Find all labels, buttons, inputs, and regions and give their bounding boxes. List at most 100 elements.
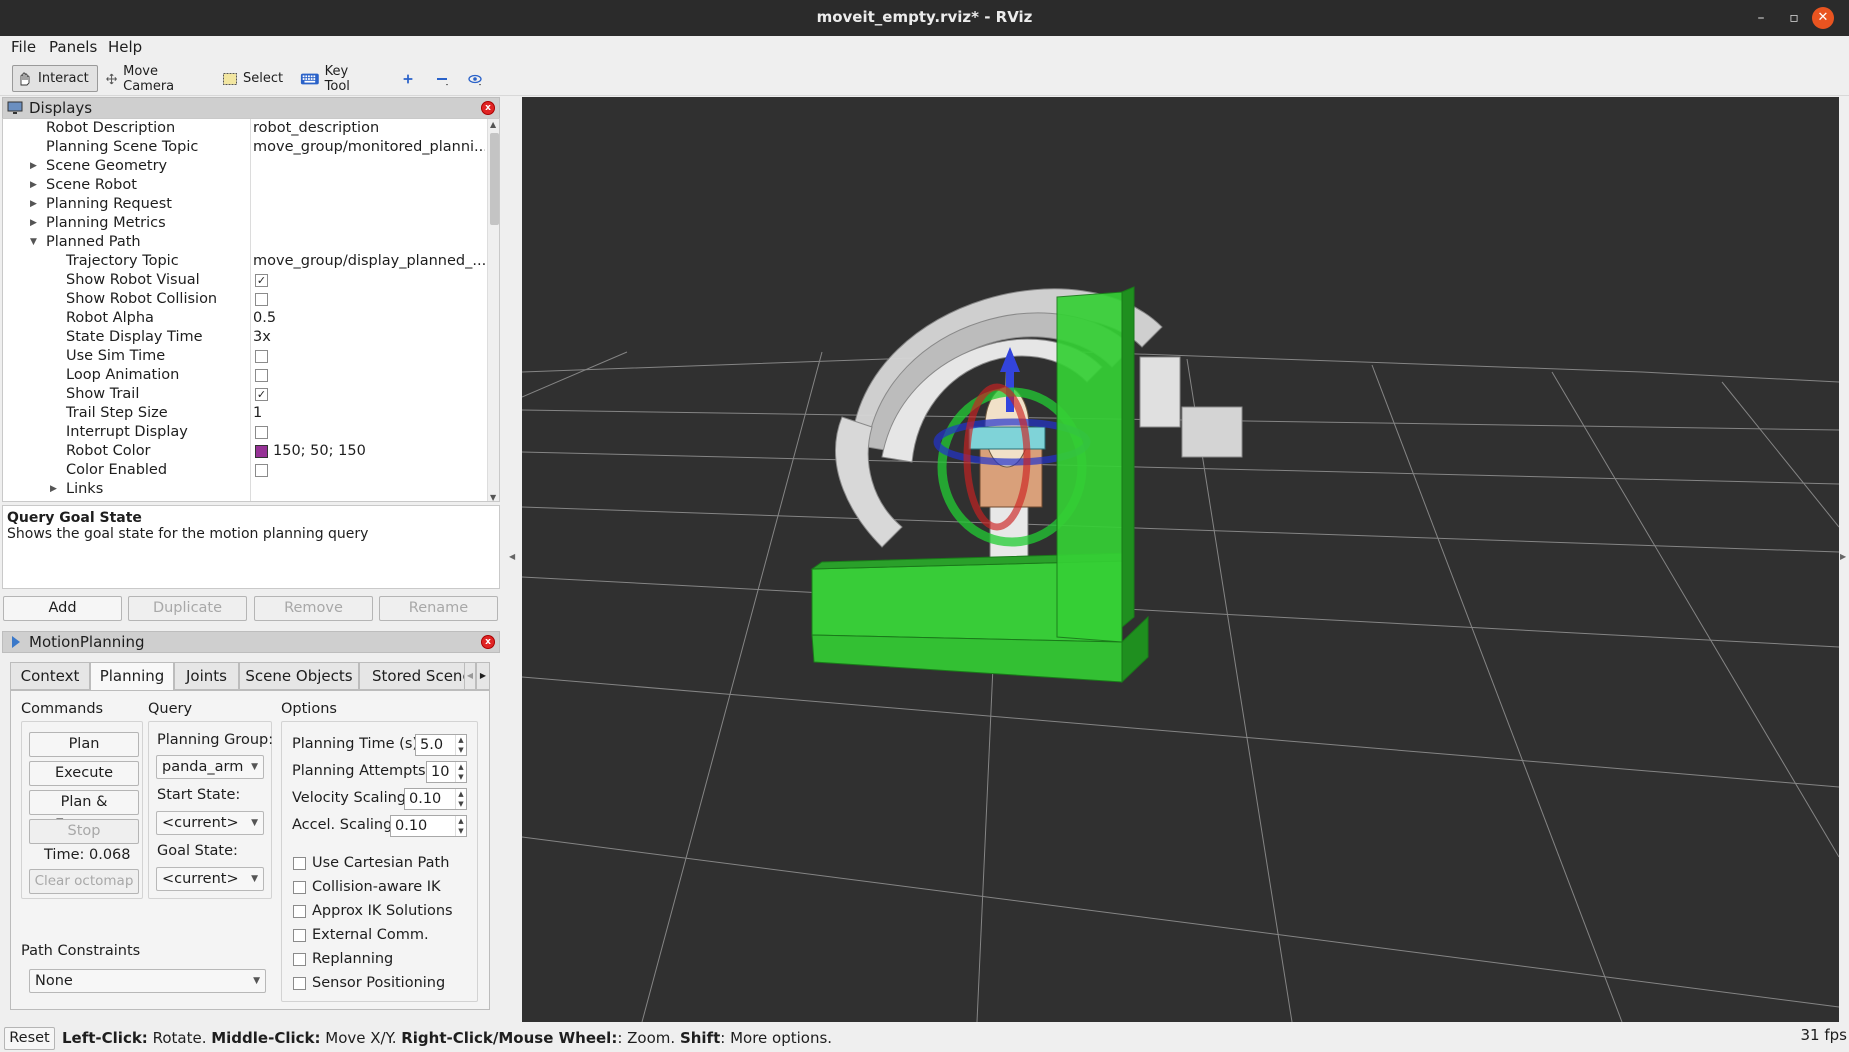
- show-trail-checkbox[interactable]: ✓: [255, 388, 268, 401]
- scrollbar-thumb[interactable]: [490, 133, 499, 225]
- displays-scrollbar[interactable]: ▲ ▼: [487, 119, 499, 501]
- minimize-button[interactable]: –: [1752, 9, 1770, 27]
- expand-right-icon[interactable]: ▶: [1840, 552, 1846, 561]
- duplicate-display-button[interactable]: Duplicate: [128, 596, 247, 621]
- tree-row[interactable]: ▶ Planning Request: [3, 195, 486, 214]
- tree-row[interactable]: Robot Alpha 0.5: [3, 309, 486, 328]
- use-sim-time-checkbox[interactable]: [255, 350, 268, 363]
- tree-row-value[interactable]: robot_description: [253, 119, 485, 138]
- select-tool-button[interactable]: Select: [218, 65, 288, 92]
- tree-row[interactable]: Show Trail ✓: [3, 385, 486, 404]
- expand-arrow-icon[interactable]: ▶: [30, 195, 37, 214]
- spin-arrows-icon[interactable]: ▲ ▼: [455, 762, 466, 782]
- planning-attempts-spinbox[interactable]: 10 ▲ ▼: [426, 761, 467, 783]
- start-state-dropdown[interactable]: <current> ▼: [156, 811, 264, 835]
- plan-and-execute-button[interactable]: Plan & Execute: [29, 790, 139, 833]
- tab-scene-objects[interactable]: Scene Objects: [239, 662, 359, 690]
- close-motion-planning-icon[interactable]: x: [481, 635, 495, 649]
- expand-arrow-icon[interactable]: ▶: [30, 157, 37, 176]
- tab-joints[interactable]: Joints: [174, 662, 239, 690]
- stop-button[interactable]: Stop: [29, 819, 139, 844]
- expand-arrow-icon[interactable]: ▶: [30, 176, 37, 195]
- remove-display-button[interactable]: Remove: [254, 596, 373, 621]
- menu-file[interactable]: File: [11, 38, 36, 56]
- reset-view-button[interactable]: Reset: [4, 1027, 55, 1050]
- tab-scroll-left-icon[interactable]: ◀: [464, 662, 476, 690]
- tree-row-value[interactable]: 1: [253, 404, 485, 423]
- loop-animation-checkbox[interactable]: [255, 369, 268, 382]
- path-constraints-label: Path Constraints: [21, 943, 141, 959]
- scroll-down-icon[interactable]: ▼: [490, 493, 496, 501]
- tree-row[interactable]: ▶ Scene Robot: [3, 176, 486, 195]
- tree-row[interactable]: ▼ Planned Path: [3, 233, 486, 252]
- replanning-checkbox[interactable]: [293, 953, 306, 966]
- tree-row[interactable]: ▶ Links: [3, 480, 486, 499]
- sensor-positioning-checkbox[interactable]: [293, 977, 306, 990]
- use-cartesian-path-checkbox[interactable]: [293, 857, 306, 870]
- collision-aware-ik-checkbox[interactable]: [293, 881, 306, 894]
- show-robot-collision-checkbox[interactable]: [255, 293, 268, 306]
- close-displays-icon[interactable]: x: [481, 101, 495, 115]
- add-tool-button[interactable]: [397, 65, 419, 92]
- scroll-up-icon[interactable]: ▲: [490, 120, 496, 129]
- tree-row[interactable]: ▶ Scene Geometry: [3, 157, 486, 176]
- path-constraints-dropdown[interactable]: None ▼: [29, 969, 266, 993]
- close-window-button[interactable]: ✕: [1812, 7, 1834, 29]
- menu-panels[interactable]: Panels: [49, 38, 97, 56]
- interact-tool-button[interactable]: Interact: [12, 65, 98, 92]
- expand-arrow-icon[interactable]: ▶: [50, 480, 57, 499]
- spin-arrows-icon[interactable]: ▲ ▼: [455, 816, 466, 836]
- spin-arrows-icon[interactable]: ▲ ▼: [455, 789, 466, 809]
- tab-scroll-right-icon[interactable]: ▶: [476, 662, 490, 690]
- color-enabled-checkbox[interactable]: [255, 464, 268, 477]
- tree-row[interactable]: Robot Color 150; 50; 150: [3, 442, 486, 461]
- panel-splitter[interactable]: ◀: [506, 97, 520, 1022]
- tree-row[interactable]: Color Enabled: [3, 461, 486, 480]
- view-tool-button[interactable]: [463, 65, 487, 92]
- velocity-scaling-spinbox[interactable]: 0.10 ▲ ▼: [404, 788, 467, 810]
- tree-row[interactable]: Loop Animation: [3, 366, 486, 385]
- spin-arrows-icon[interactable]: ▲ ▼: [455, 735, 466, 755]
- collapse-arrow-icon[interactable]: ▼: [30, 233, 37, 252]
- tree-row-value[interactable]: 3x: [253, 328, 485, 347]
- tree-row[interactable]: Use Sim Time: [3, 347, 486, 366]
- interrupt-display-checkbox[interactable]: [255, 426, 268, 439]
- tree-row-value[interactable]: 150; 50; 150: [273, 442, 499, 461]
- tree-row[interactable]: State Display Time 3x: [3, 328, 486, 347]
- plan-button[interactable]: Plan: [29, 732, 139, 757]
- tree-row[interactable]: Trajectory Topic move_group/display_plann…: [3, 252, 486, 271]
- tab-stored-scenes[interactable]: Stored Scene: [359, 662, 475, 690]
- menu-help[interactable]: Help: [108, 38, 142, 56]
- planning-group-dropdown[interactable]: panda_arm ▼: [156, 755, 264, 779]
- accel-scaling-spinbox[interactable]: 0.10 ▲ ▼: [390, 815, 467, 837]
- collapse-left-icon[interactable]: ◀: [509, 552, 515, 561]
- tree-row[interactable]: Planning Scene Topic move_group/monitored…: [3, 138, 486, 157]
- tree-row[interactable]: Interrupt Display: [3, 423, 486, 442]
- 3d-viewport[interactable]: [522, 97, 1839, 1022]
- move-camera-tool-button[interactable]: Move Camera: [101, 64, 201, 94]
- tree-row-value[interactable]: move_group/monitored_planni...: [253, 138, 485, 157]
- tree-row-value[interactable]: 0.5: [253, 309, 485, 328]
- tree-row[interactable]: Show Robot Visual ✓: [3, 271, 486, 290]
- planning-time-spinbox[interactable]: 5.0 ▲ ▼: [415, 734, 467, 756]
- tab-planning[interactable]: Planning: [90, 662, 174, 691]
- key-tool-button[interactable]: Key Tool: [296, 64, 376, 94]
- external-comm-checkbox[interactable]: [293, 929, 306, 942]
- expand-arrow-icon[interactable]: ▶: [30, 214, 37, 233]
- goal-state-dropdown[interactable]: <current> ▼: [156, 867, 264, 891]
- tree-row[interactable]: Trail Step Size 1: [3, 404, 486, 423]
- restore-button[interactable]: ▫: [1785, 9, 1803, 27]
- tree-row[interactable]: Show Robot Collision: [3, 290, 486, 309]
- robot-color-swatch[interactable]: [255, 445, 268, 458]
- execute-button[interactable]: Execute: [29, 761, 139, 786]
- clear-octomap-button[interactable]: Clear octomap: [29, 869, 139, 894]
- approx-ik-solutions-checkbox[interactable]: [293, 905, 306, 918]
- tab-context[interactable]: Context: [10, 662, 90, 690]
- tree-row[interactable]: Robot Description robot_description: [3, 119, 486, 138]
- rename-display-button[interactable]: Rename: [379, 596, 498, 621]
- add-display-button[interactable]: Add: [3, 596, 122, 621]
- tree-row[interactable]: ▶ Planning Metrics: [3, 214, 486, 233]
- remove-tool-button[interactable]: [430, 65, 454, 92]
- show-robot-visual-checkbox[interactable]: ✓: [255, 274, 268, 287]
- tree-row-value[interactable]: move_group/display_planned_...: [253, 252, 485, 271]
